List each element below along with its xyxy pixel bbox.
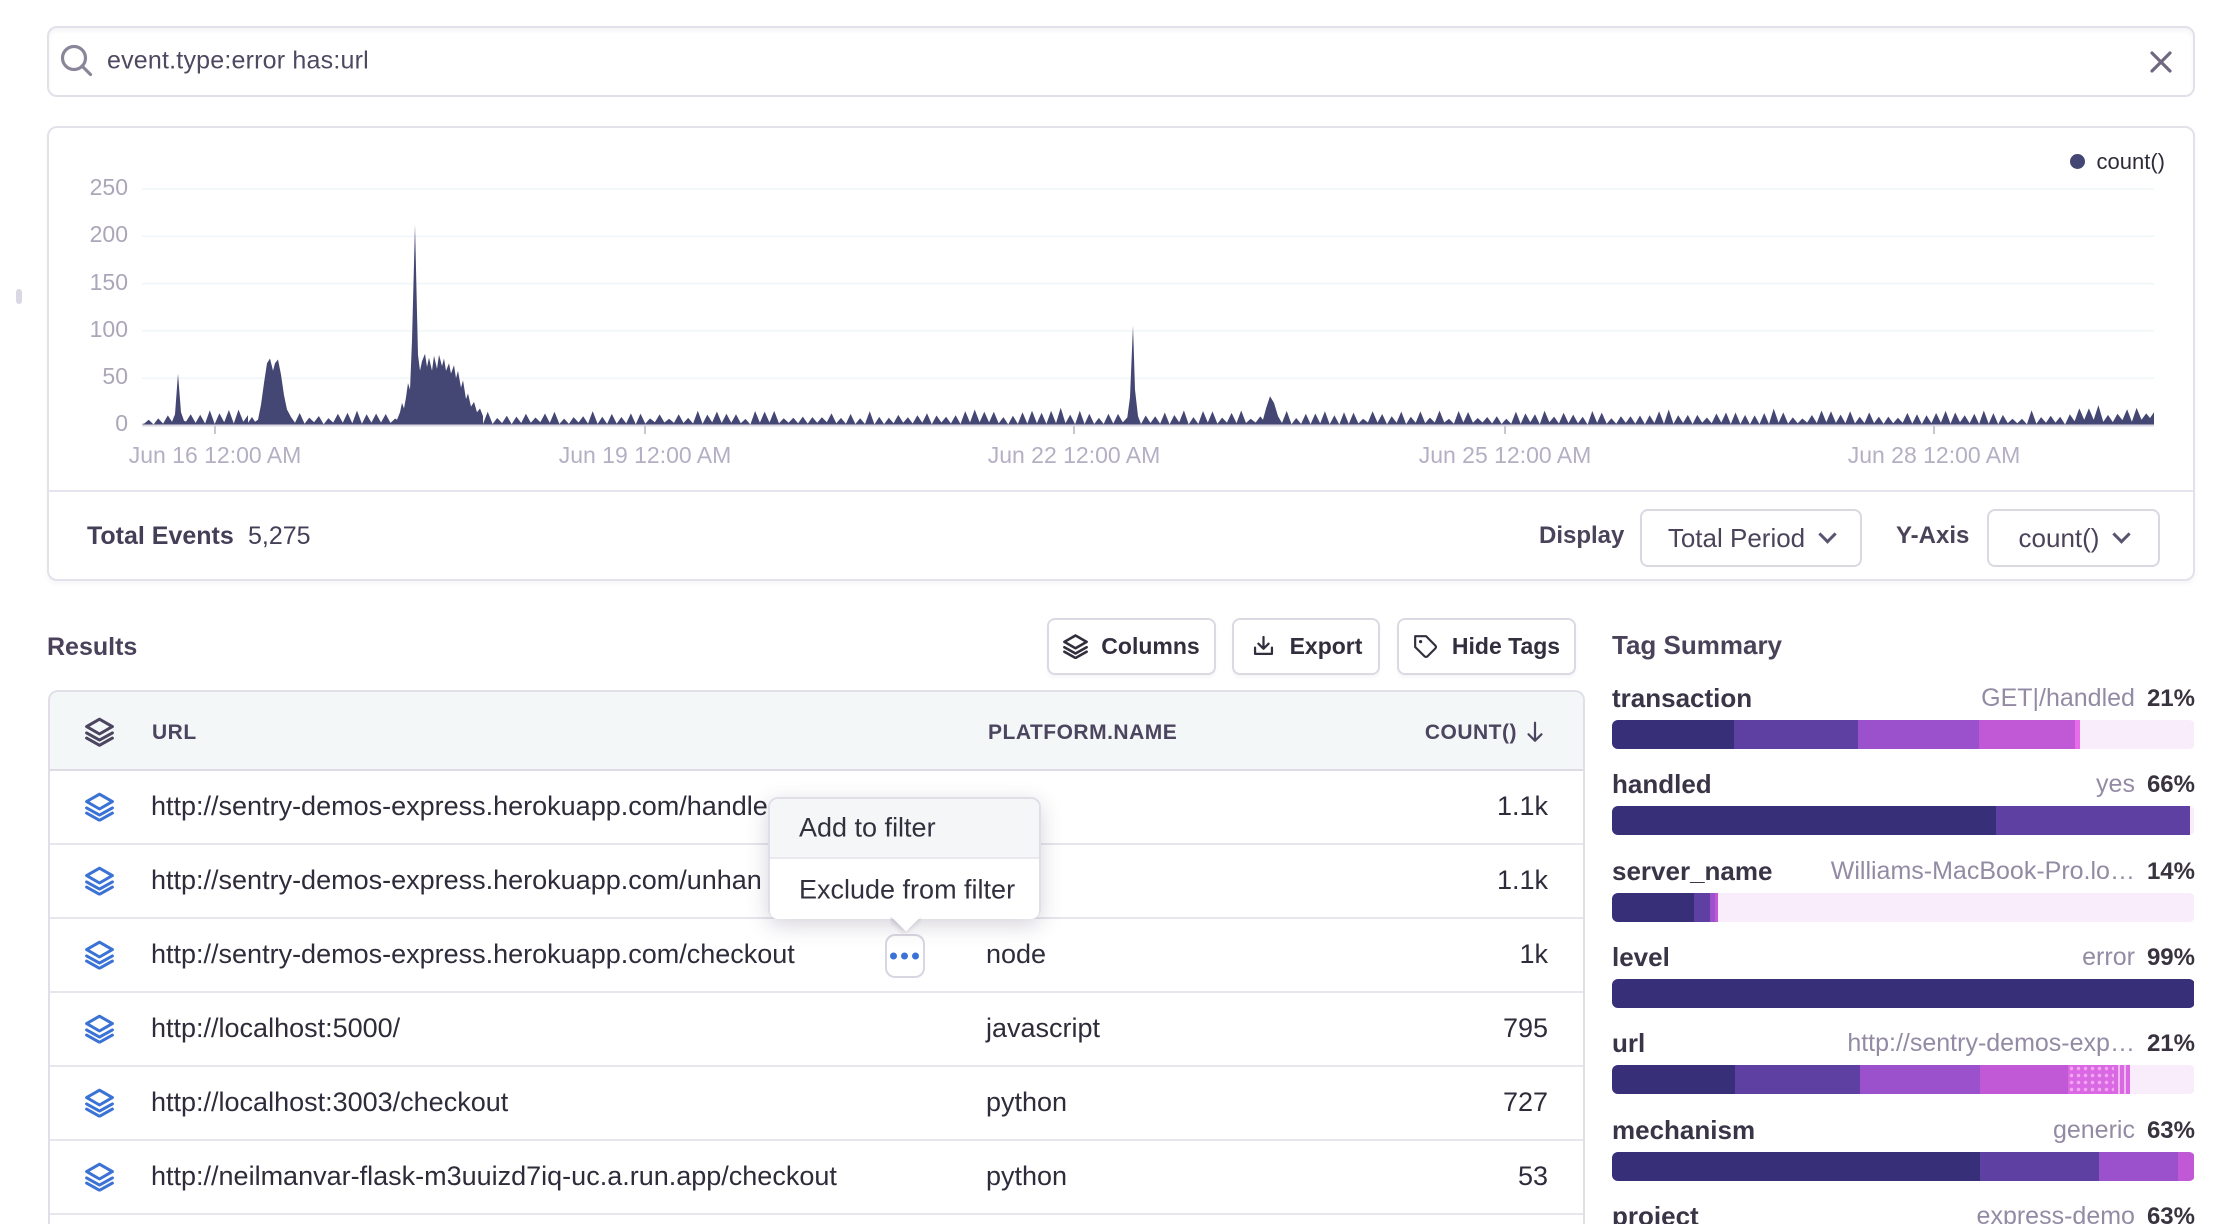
svg-text:Jun 28 12:00 AM: Jun 28 12:00 AM: [1848, 442, 2021, 468]
svg-text:Jun 25 12:00 AM: Jun 25 12:00 AM: [1419, 442, 1592, 468]
svg-text:Jun 19 12:00 AM: Jun 19 12:00 AM: [559, 442, 732, 468]
svg-text:150: 150: [90, 269, 128, 295]
svg-text:200: 200: [90, 221, 128, 247]
svg-text:0: 0: [115, 410, 128, 436]
svg-text:100: 100: [90, 316, 128, 342]
svg-text:Jun 22 12:00 AM: Jun 22 12:00 AM: [988, 442, 1161, 468]
svg-text:250: 250: [90, 174, 128, 200]
svg-text:50: 50: [102, 363, 128, 389]
svg-text:Jun 16 12:00 AM: Jun 16 12:00 AM: [129, 442, 302, 468]
